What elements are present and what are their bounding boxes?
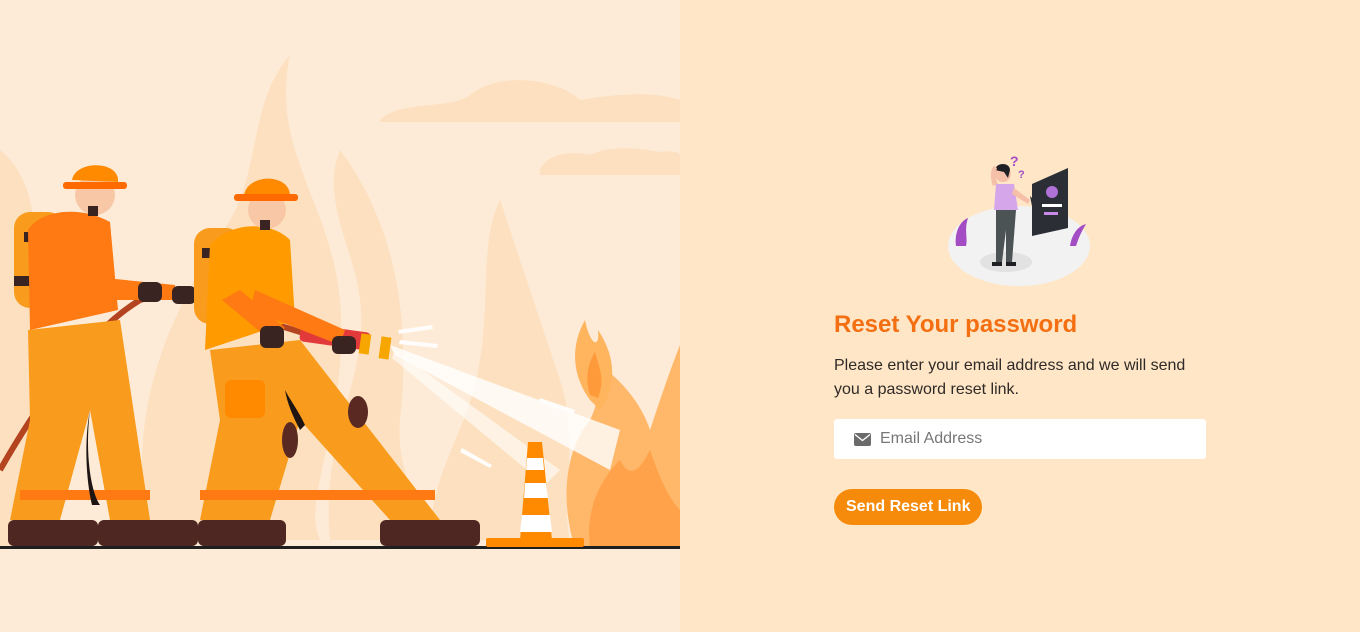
email-input[interactable] <box>880 430 1180 448</box>
reset-password-form: Reset Your password Please enter your em… <box>834 310 1206 525</box>
hero-panel <box>0 0 680 632</box>
send-reset-link-button[interactable]: Send Reset Link <box>834 489 983 525</box>
reset-instructions: Please enter your email address and we w… <box>834 357 1186 398</box>
forgot-password-illustration: ? ? <box>948 153 1090 286</box>
svg-text:?: ? <box>1018 169 1025 181</box>
reset-password-page: ? ? Reset Your password Please enter you… <box>0 0 1360 632</box>
email-field[interactable] <box>834 419 1206 459</box>
page-title: Reset Your password <box>834 311 1078 338</box>
firefighters-illustration <box>0 55 680 549</box>
svg-text:?: ? <box>1010 153 1019 169</box>
envelope-icon <box>854 432 871 446</box>
